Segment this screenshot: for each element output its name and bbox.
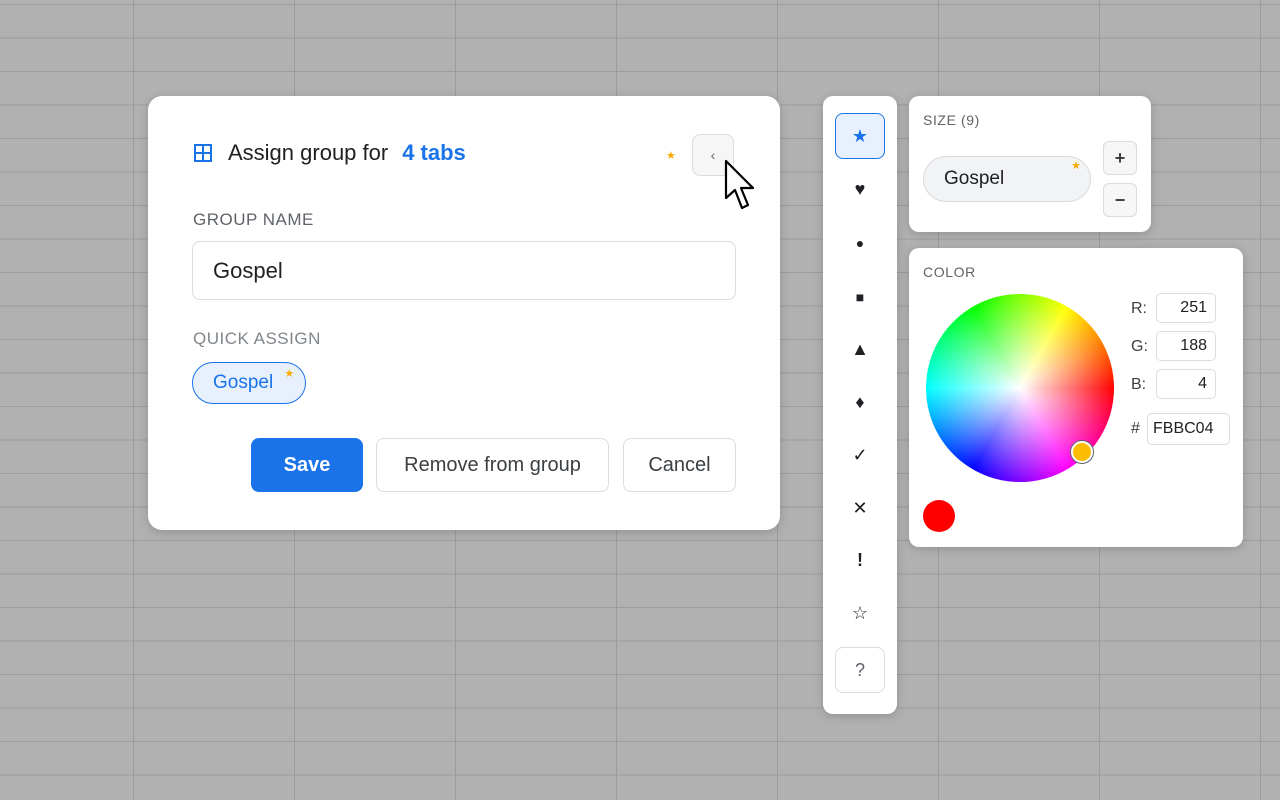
size-label: SIZE (9)	[923, 112, 980, 128]
star-filled-icon: ★	[851, 125, 869, 146]
grid-icon	[194, 144, 212, 162]
cross-icon: ✕	[852, 497, 868, 518]
palette-star-outline[interactable]: ☆	[835, 590, 885, 636]
mouse-pointer-icon	[724, 159, 755, 210]
dialog-title: Assign group for 4 tabs	[194, 140, 466, 166]
palette-triangle[interactable]: ▲	[835, 326, 885, 372]
star-icon: ★	[1071, 160, 1081, 172]
palette-star-filled[interactable]: ★	[835, 113, 885, 159]
color-label: COLOR	[923, 264, 976, 280]
red-input[interactable]: 251	[1156, 293, 1216, 323]
chevron-left-icon: ‹	[710, 147, 716, 163]
palette-checkmark[interactable]: ✓	[835, 432, 885, 478]
decrease-size-button[interactable]: −	[1103, 183, 1137, 217]
remove-from-group-button[interactable]: Remove from group	[376, 438, 609, 492]
red-label: R:	[1131, 300, 1147, 317]
hex-input[interactable]: FBBC04	[1147, 413, 1230, 445]
size-preview-label: Gospel	[944, 168, 1005, 189]
palette-exclamation[interactable]: !	[835, 537, 885, 583]
increase-size-button[interactable]: +	[1103, 141, 1137, 175]
diamond-icon: ♦	[855, 391, 865, 412]
title-prefix: Assign group for	[228, 140, 389, 165]
green-value: 188	[1180, 337, 1207, 354]
triangle-icon: ▲	[851, 338, 869, 359]
save-button[interactable]: Save	[251, 438, 363, 492]
question-icon: ?	[854, 659, 865, 680]
star-icon: ★	[666, 150, 676, 162]
palette-cross[interactable]: ✕	[835, 485, 885, 531]
palette-heart[interactable]: ♥	[835, 166, 885, 212]
size-panel: SIZE (9) Gospel ★ + −	[909, 96, 1151, 232]
quick-assign-chip[interactable]: Gospel ★	[192, 362, 307, 404]
green-input[interactable]: 188	[1156, 331, 1216, 361]
heart-icon: ♥	[854, 178, 866, 199]
green-label: G:	[1131, 338, 1148, 355]
blue-value: 4	[1198, 375, 1207, 392]
palette-square[interactable]: ■	[835, 274, 885, 320]
star-outline-icon: ☆	[851, 602, 869, 623]
group-name-label: GROUP NAME	[193, 210, 314, 229]
square-icon: ■	[855, 289, 865, 305]
hex-value: FBBC04	[1153, 420, 1214, 437]
blue-label: B:	[1131, 376, 1147, 393]
palette-help[interactable]: ?	[835, 647, 885, 693]
red-value: 251	[1180, 299, 1207, 316]
palette-circle[interactable]: ●	[835, 220, 885, 266]
icon-palette: ★ ♥ ● ■ ▲ ♦ ✓ ✕ ! ☆ ?	[823, 96, 897, 714]
circle-icon: ●	[855, 235, 865, 251]
tab-count: 4 tabs	[402, 140, 466, 165]
assign-group-dialog: Assign group for 4 tabs ★ ‹ GROUP NAME G…	[148, 96, 780, 530]
hex-label: #	[1131, 420, 1140, 437]
quick-assign-label: QUICK ASSIGN	[193, 329, 321, 348]
size-preview-chip: Gospel ★	[923, 156, 1091, 202]
color-panel: COLOR R: 251 G: 188 B: 4 # FBBC04	[909, 248, 1243, 547]
current-color-swatch[interactable]	[923, 500, 955, 532]
group-name-value: Gospel	[213, 257, 283, 283]
checkmark-icon: ✓	[852, 444, 868, 465]
cancel-button[interactable]: Cancel	[623, 438, 736, 492]
color-wheel-handle[interactable]	[1071, 441, 1093, 463]
exclamation-icon: !	[857, 549, 863, 570]
chip-label: Gospel	[213, 372, 274, 393]
palette-diamond[interactable]: ♦	[835, 379, 885, 425]
star-icon: ★	[284, 368, 295, 380]
blue-input[interactable]: 4	[1156, 369, 1216, 399]
group-name-input[interactable]: Gospel	[192, 241, 736, 300]
